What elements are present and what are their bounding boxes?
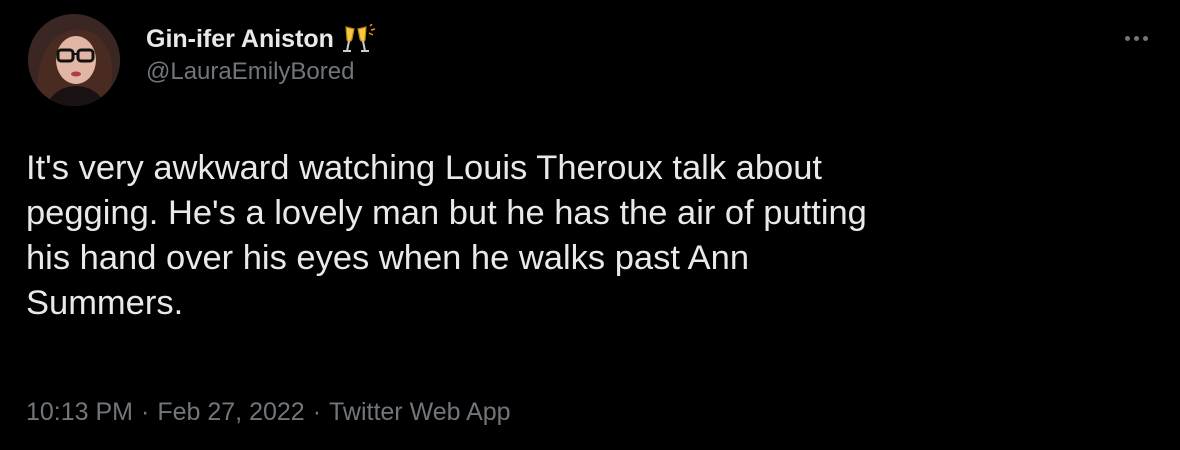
tweet-timestamp[interactable]: 10:13 PM xyxy=(26,398,133,427)
username-handle[interactable]: @LauraEmilyBored xyxy=(146,58,376,86)
name-row: Gin-ifer Aniston xyxy=(146,22,376,56)
more-options-button[interactable] xyxy=(1118,26,1154,50)
separator: · xyxy=(312,398,322,426)
more-horizontal-icon xyxy=(1124,35,1130,41)
tweet-metadata: 10:13 PM · Feb 27, 2022 · Twitter Web Ap… xyxy=(26,398,511,427)
tweet-source[interactable]: Twitter Web App xyxy=(329,398,511,427)
more-horizontal-icon xyxy=(1142,35,1148,41)
display-name[interactable]: Gin-ifer Aniston xyxy=(146,25,334,54)
separator: · xyxy=(141,398,150,426)
clinking-glasses-icon xyxy=(342,23,376,54)
tweet-date[interactable]: Feb 27, 2022 xyxy=(157,398,304,427)
avatar-image xyxy=(28,14,120,106)
avatar[interactable] xyxy=(28,14,120,106)
more-horizontal-icon xyxy=(1133,35,1139,41)
author-block: Gin-ifer Aniston @LauraEmilyBored xyxy=(146,22,376,86)
tweet-text: It's very awkward watching Louis Theroux… xyxy=(26,149,867,322)
tweet-card: Gin-ifer Aniston @LauraEmilyBored It's v… xyxy=(0,0,1180,450)
